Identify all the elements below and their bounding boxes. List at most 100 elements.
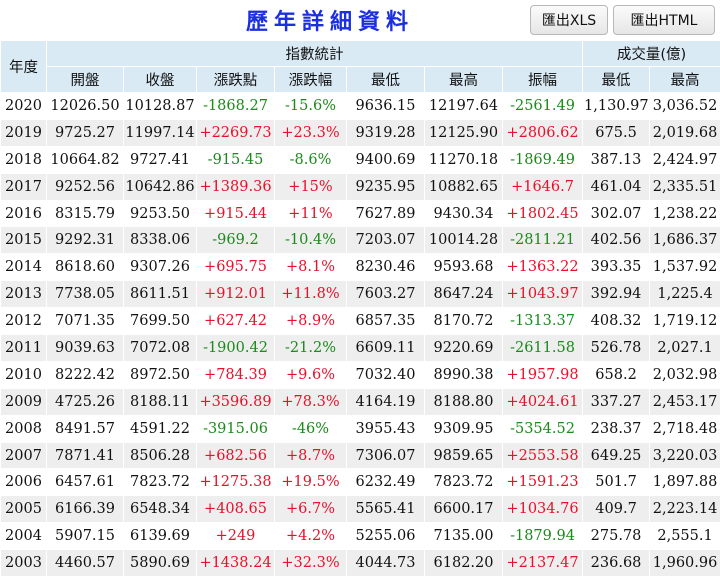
cell-change-percent: +4.2% [275, 523, 347, 550]
cell-year: 2008 [1, 415, 47, 442]
cell-year: 2010 [1, 361, 47, 388]
cell-amplitude: +1043.97 [503, 281, 583, 308]
cell-open: 8222.42 [47, 361, 124, 388]
cell-amplitude: +1646.7 [503, 173, 583, 200]
cell-volume-high: 3,220.03 [650, 442, 720, 469]
table-row: 201810664.829727.41-915.45-8.6%9400.6911… [1, 146, 720, 173]
table-row: 20045907.156139.69+249+4.2%5255.067135.0… [1, 523, 720, 550]
export-html-button[interactable]: 匯出HTML [613, 5, 715, 35]
cell-open: 5907.15 [47, 523, 124, 550]
header-amplitude: 振幅 [503, 67, 583, 93]
header-volume-group: 成交量(億) [583, 41, 720, 67]
cell-close: 7823.72 [124, 469, 197, 496]
cell-low: 5255.06 [347, 523, 425, 550]
header-volume-low: 最低 [583, 67, 650, 93]
table-body: 202012026.5010128.87-1868.27-15.6%9636.1… [1, 93, 720, 577]
cell-close: 8506.28 [124, 442, 197, 469]
cell-low: 7603.27 [347, 281, 425, 308]
table-row: 20094725.268188.11+3596.89+78.3%4164.198… [1, 388, 720, 415]
header-index-group: 指數統計 [47, 41, 583, 67]
cell-amplitude: +2553.58 [503, 442, 583, 469]
cell-change-points: +627.42 [197, 308, 275, 335]
cell-low: 7032.40 [347, 361, 425, 388]
cell-volume-low: 675.5 [583, 119, 650, 146]
cell-volume-high: 3,036.52 [650, 93, 720, 120]
cell-close: 5890.69 [124, 550, 197, 577]
cell-high: 9859.65 [425, 442, 503, 469]
cell-low: 6232.49 [347, 469, 425, 496]
cell-amplitude: -2561.49 [503, 93, 583, 120]
cell-close: 9307.26 [124, 254, 197, 281]
cell-low: 9319.28 [347, 119, 425, 146]
cell-volume-low: 1,130.97 [583, 93, 650, 120]
cell-volume-high: 2,223.14 [650, 496, 720, 523]
cell-open: 8315.79 [47, 200, 124, 227]
cell-change-percent: +8.1% [275, 254, 347, 281]
cell-year: 2011 [1, 335, 47, 362]
cell-close: 6139.69 [124, 523, 197, 550]
cell-change-points: +3596.89 [197, 388, 275, 415]
cell-change-points: +784.39 [197, 361, 275, 388]
cell-volume-high: 1,537.92 [650, 254, 720, 281]
table-row: 20148618.609307.26+695.75+8.1%8230.46959… [1, 254, 720, 281]
cell-change-percent: +15% [275, 173, 347, 200]
cell-low: 9400.69 [347, 146, 425, 173]
export-xls-button[interactable]: 匯出XLS [530, 5, 608, 35]
history-table: 年度 指數統計 成交量(億) 開盤 收盤 漲跌點 漲跌幅 最低 最高 振幅 最低… [0, 40, 720, 577]
header-open: 開盤 [47, 67, 124, 93]
cell-change-points: +2269.73 [197, 119, 275, 146]
cell-year: 2014 [1, 254, 47, 281]
header-close: 收盤 [124, 67, 197, 93]
cell-change-percent: +19.5% [275, 469, 347, 496]
cell-open: 6457.61 [47, 469, 124, 496]
cell-high: 8170.72 [425, 308, 503, 335]
cell-volume-low: 526.78 [583, 335, 650, 362]
cell-volume-low: 649.25 [583, 442, 650, 469]
cell-year: 2016 [1, 200, 47, 227]
cell-change-points: +682.56 [197, 442, 275, 469]
cell-change-percent: +6.7% [275, 496, 347, 523]
cell-volume-low: 275.78 [583, 523, 650, 550]
cell-amplitude: +1034.76 [503, 496, 583, 523]
cell-high: 8647.24 [425, 281, 503, 308]
cell-volume-high: 2,027.1 [650, 335, 720, 362]
table-row: 20168315.799253.50+915.44+11%7627.899430… [1, 200, 720, 227]
cell-open: 4725.26 [47, 388, 124, 415]
cell-volume-low: 387.13 [583, 146, 650, 173]
cell-amplitude: +2137.47 [503, 550, 583, 577]
cell-amplitude: +2806.62 [503, 119, 583, 146]
cell-low: 4164.19 [347, 388, 425, 415]
cell-low: 7203.07 [347, 227, 425, 254]
cell-year: 2005 [1, 496, 47, 523]
cell-year: 2009 [1, 388, 47, 415]
cell-volume-low: 409.7 [583, 496, 650, 523]
cell-high: 6182.20 [425, 550, 503, 577]
cell-change-percent: +11.8% [275, 281, 347, 308]
cell-amplitude: +1957.98 [503, 361, 583, 388]
cell-change-percent: +11% [275, 200, 347, 227]
cell-open: 9725.27 [47, 119, 124, 146]
cell-high: 12125.90 [425, 119, 503, 146]
cell-change-points: +249 [197, 523, 275, 550]
cell-close: 10128.87 [124, 93, 197, 120]
cell-low: 7306.07 [347, 442, 425, 469]
cell-high: 9220.69 [425, 335, 503, 362]
cell-close: 9727.41 [124, 146, 197, 173]
cell-change-points: +1389.36 [197, 173, 275, 200]
cell-amplitude: -1879.94 [503, 523, 583, 550]
table-row: 202012026.5010128.87-1868.27-15.6%9636.1… [1, 93, 720, 120]
table-row: 20137738.058611.51+912.01+11.8%7603.2786… [1, 281, 720, 308]
cell-change-percent: +32.3% [275, 550, 347, 577]
cell-high: 9593.68 [425, 254, 503, 281]
header-high: 最高 [425, 67, 503, 93]
cell-volume-low: 337.27 [583, 388, 650, 415]
cell-volume-high: 1,719.12 [650, 308, 720, 335]
cell-low: 8230.46 [347, 254, 425, 281]
cell-volume-high: 2,019.68 [650, 119, 720, 146]
cell-open: 6166.39 [47, 496, 124, 523]
cell-volume-low: 658.2 [583, 361, 650, 388]
cell-change-points: +695.75 [197, 254, 275, 281]
header-low: 最低 [347, 67, 425, 93]
cell-volume-high: 1,238.22 [650, 200, 720, 227]
cell-change-points: -915.45 [197, 146, 275, 173]
